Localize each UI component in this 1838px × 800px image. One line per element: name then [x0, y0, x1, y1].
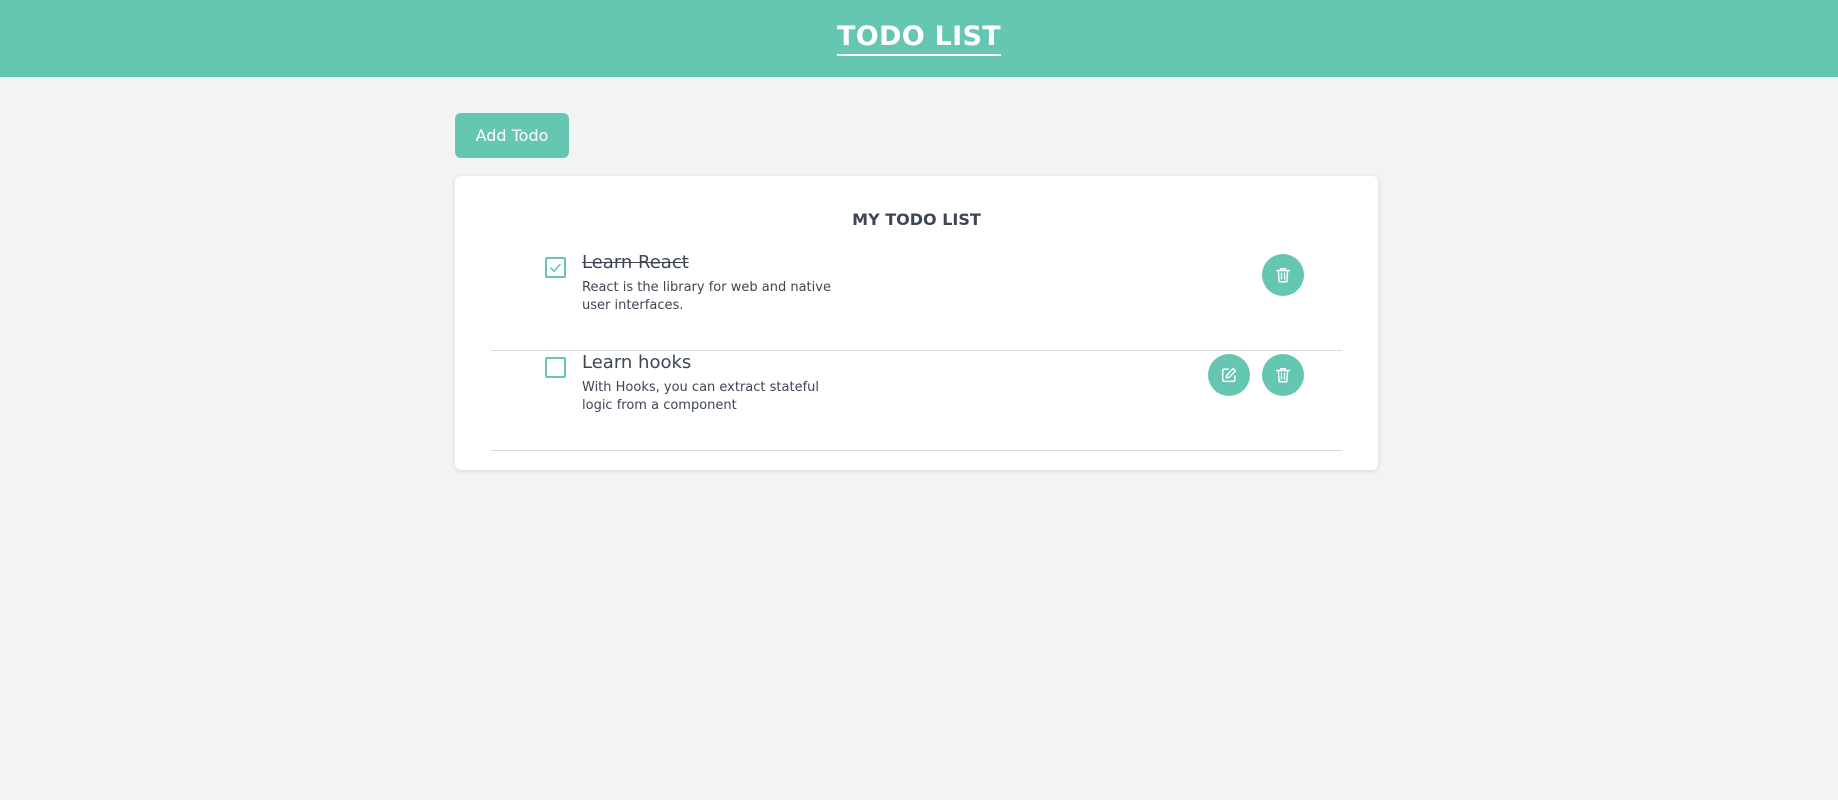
todo-title: Learn hooks — [582, 352, 692, 373]
trash-icon — [1275, 367, 1291, 383]
todo-description: With Hooks, you can extract stateful log… — [582, 380, 820, 413]
card-title: MY TODO LIST — [852, 210, 981, 229]
edit-icon — [1221, 367, 1237, 383]
todo-item: Learn hooks With Hooks, you can extract … — [491, 351, 1342, 451]
app-header: TODO LIST — [0, 0, 1838, 77]
todo-checkbox[interactable] — [545, 257, 566, 278]
todo-text: Learn React React is the library for web… — [582, 251, 842, 315]
add-todo-button[interactable]: Add Todo — [455, 113, 569, 158]
todo-title: Learn React — [582, 252, 689, 273]
todo-card: MY TODO LIST Learn React React is the li… — [455, 176, 1378, 470]
todo-item: Learn React React is the library for web… — [491, 251, 1342, 351]
todo-text: Learn hooks With Hooks, you can extract … — [582, 351, 842, 415]
edit-button[interactable] — [1208, 354, 1250, 396]
todo-list: Learn React React is the library for web… — [491, 251, 1342, 451]
trash-icon — [1275, 267, 1291, 283]
todo-checkbox[interactable] — [545, 357, 566, 378]
delete-button[interactable] — [1262, 354, 1304, 396]
todo-description: React is the library for web and native … — [582, 280, 831, 313]
main-content: Add Todo MY TODO LIST Learn React React … — [455, 113, 1378, 470]
page-title: TODO LIST — [837, 21, 1001, 56]
delete-button[interactable] — [1262, 254, 1304, 296]
check-icon — [550, 263, 561, 272]
